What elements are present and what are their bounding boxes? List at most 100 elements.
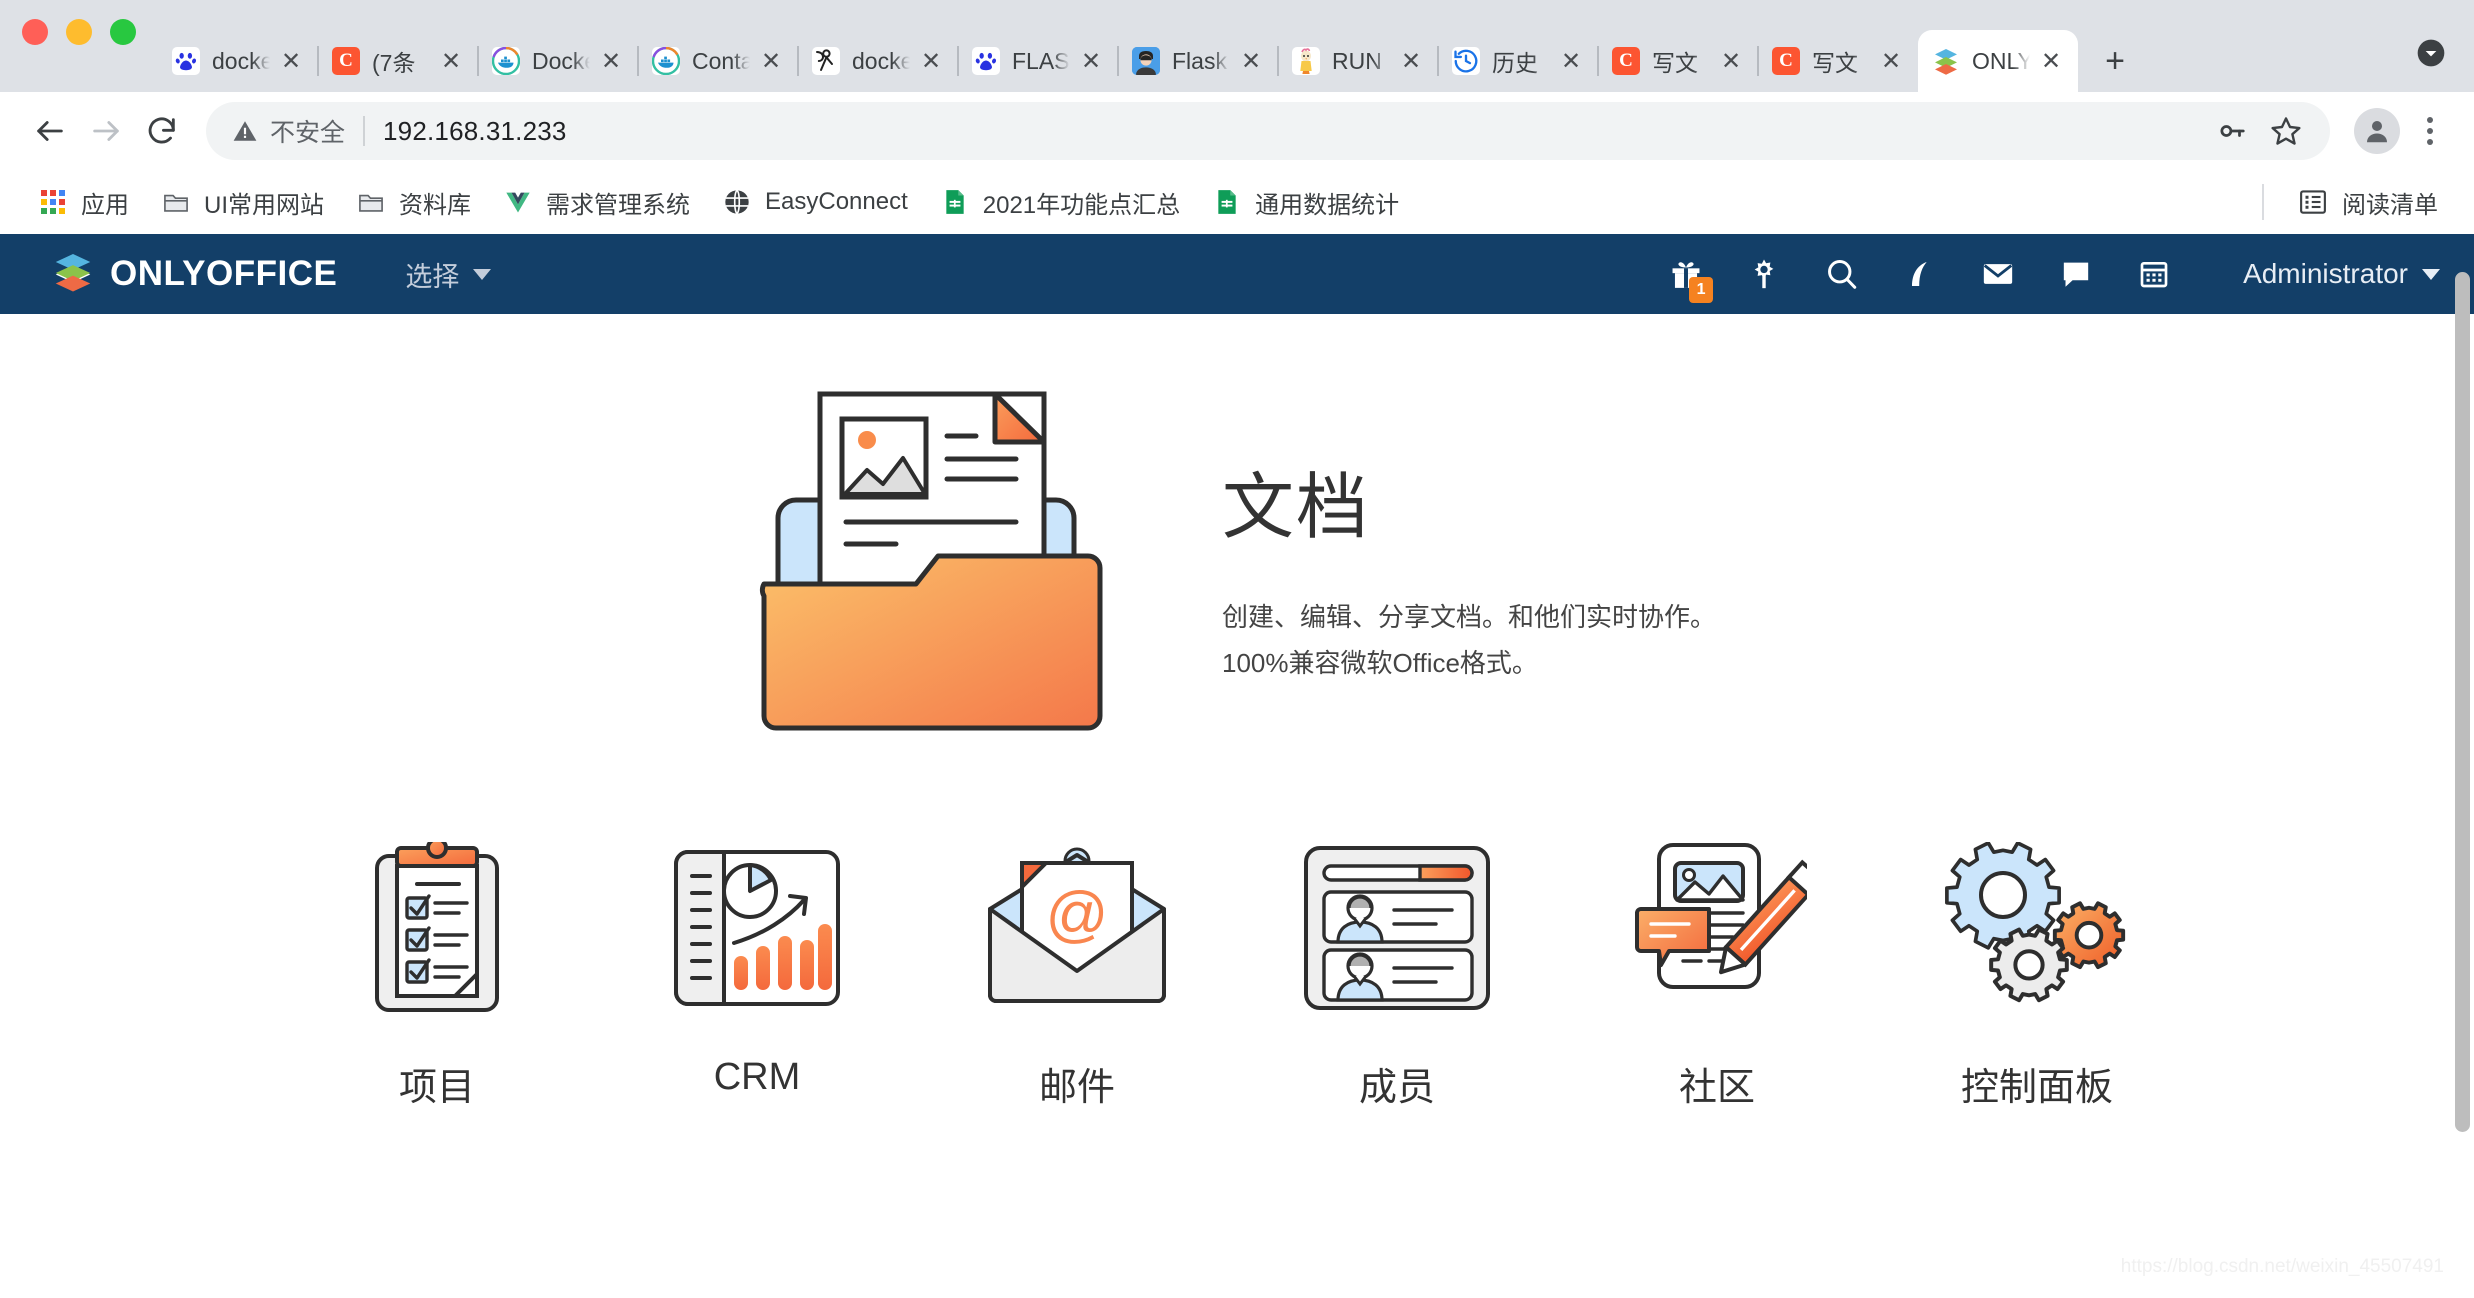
- browser-tab[interactable]: docker ✕: [797, 30, 958, 92]
- chevron-down-icon: [473, 268, 492, 280]
- gift-icon[interactable]: 1: [1663, 251, 1714, 303]
- apps-grid-icon: [38, 187, 68, 217]
- key-icon[interactable]: [2208, 107, 2256, 155]
- tab-title: Container: [692, 47, 750, 74]
- reading-list-button[interactable]: 阅读清单: [2262, 184, 2452, 220]
- bookmark-label: 通用数据统计: [1255, 191, 1400, 219]
- bookmark-general-stats[interactable]: 通用数据统计: [1196, 178, 1415, 226]
- module-mail[interactable]: @ 邮件: [977, 838, 1177, 1111]
- omnibox-divider: [363, 116, 366, 146]
- chat-icon[interactable]: [2053, 251, 2099, 297]
- module-people[interactable]: 成员: [1297, 838, 1497, 1111]
- module-crm[interactable]: CRM: [657, 838, 857, 1099]
- tab-strip: docker ✕ C (7条 ✕ Docker ✕: [0, 0, 2474, 92]
- browser-window: docker ✕ C (7条 ✕ Docker ✕: [0, 0, 2474, 1298]
- bookmark-requirements[interactable]: 需求管理系统: [487, 178, 706, 226]
- browser-tab[interactable]: docker ✕: [158, 30, 318, 92]
- tab-close-button[interactable]: ✕: [434, 44, 468, 78]
- tab-title: docker: [212, 47, 270, 74]
- browser-tab[interactable]: Docker ✕: [477, 30, 638, 92]
- tab-close-button[interactable]: ✕: [1554, 44, 1588, 78]
- tab-close-button[interactable]: ✕: [914, 44, 948, 78]
- module-projects[interactable]: 项目: [337, 838, 537, 1111]
- scrollbar-thumb[interactable]: [2455, 272, 2470, 1132]
- user-name: Administrator: [2243, 258, 2408, 289]
- window-minimize-button[interactable]: [66, 19, 92, 45]
- select-menu[interactable]: 选择: [405, 255, 492, 294]
- calendar-icon[interactable]: [2131, 251, 2177, 297]
- browser-tab[interactable]: FLASK ✕: [957, 30, 1118, 92]
- bookmark-2021-summary[interactable]: 2021年功能点汇总: [924, 178, 1196, 226]
- user-menu[interactable]: Administrator: [2243, 258, 2440, 290]
- tab-title: 历史: [1492, 50, 1538, 76]
- module-community[interactable]: 社区: [1617, 838, 1817, 1111]
- tab-close-button[interactable]: ✕: [1874, 44, 1908, 78]
- bookmark-label: EasyConnect: [765, 188, 908, 215]
- browser-tab[interactable]: Container ✕: [637, 30, 798, 92]
- gift-badge: 1: [1689, 277, 1714, 303]
- browser-tab-active[interactable]: ONLYOFFICE ✕: [1918, 30, 2078, 92]
- select-menu-label: 选择: [405, 261, 460, 292]
- mail-icon[interactable]: [1975, 251, 2021, 297]
- url-text[interactable]: 192.168.31.233: [383, 116, 567, 147]
- module-label: 控制面板: [1960, 1067, 2113, 1109]
- avatar-icon: [1132, 47, 1160, 75]
- chart-analytics-icon: [672, 838, 842, 1018]
- window-maximize-button[interactable]: [110, 19, 136, 45]
- tab-list: docker ✕ C (7条 ✕ Docker ✕: [158, 0, 2078, 92]
- new-tab-button[interactable]: +: [2092, 38, 2138, 84]
- people-cards-icon: [1302, 838, 1492, 1018]
- security-indicator[interactable]: 不安全: [232, 113, 345, 149]
- tab-close-button[interactable]: ✕: [2034, 44, 2068, 78]
- baidu-icon: [172, 47, 200, 75]
- tab-close-button[interactable]: ✕: [1394, 44, 1428, 78]
- gear-icon[interactable]: [1741, 251, 1787, 297]
- browser-tab[interactable]: Flask ✕: [1117, 30, 1278, 92]
- onlyoffice-icon: [1932, 47, 1960, 75]
- csdn-icon: C: [332, 47, 360, 75]
- tab-title: Flask: [1172, 47, 1227, 74]
- tab-close-button[interactable]: ✕: [1714, 44, 1748, 78]
- profile-avatar[interactable]: [2354, 108, 2400, 154]
- browser-tab[interactable]: RUN ✕: [1277, 30, 1438, 92]
- sketch-icon: [812, 47, 840, 75]
- back-button[interactable]: [22, 103, 78, 159]
- bookmark-apps[interactable]: 应用: [22, 178, 145, 226]
- window-close-button[interactable]: [22, 19, 48, 45]
- browser-tab[interactable]: C 写文 ✕: [1597, 30, 1758, 92]
- forward-button[interactable]: [78, 103, 134, 159]
- star-icon[interactable]: [2262, 107, 2310, 155]
- tab-close-button[interactable]: ✕: [594, 44, 628, 78]
- reload-button[interactable]: [134, 103, 190, 159]
- search-icon[interactable]: [1819, 251, 1865, 297]
- module-label: CRM: [713, 1056, 801, 1098]
- bookmark-library[interactable]: 资料库: [340, 178, 487, 226]
- browser-tab[interactable]: C 写文 ✕: [1757, 30, 1918, 92]
- address-bar[interactable]: 不安全 192.168.31.233: [206, 102, 2330, 160]
- module-label: 项目: [398, 1067, 475, 1109]
- bookmark-easyconnect[interactable]: EasyConnect: [706, 178, 924, 226]
- tab-title: 写文: [1812, 50, 1858, 76]
- sheets-icon: [940, 187, 970, 217]
- tab-search-icon[interactable]: [2414, 36, 2448, 70]
- browser-tab[interactable]: 历史 ✕: [1437, 30, 1598, 92]
- bookmarks-bar: 应用 UI常用网站 资料库 需求管理系统 EasyConnect 2021年功能…: [0, 170, 2474, 234]
- tab-close-button[interactable]: ✕: [754, 44, 788, 78]
- tab-close-button[interactable]: ✕: [1074, 44, 1108, 78]
- documents-folder-illustration: [732, 372, 1132, 762]
- browser-tab[interactable]: C (7条 ✕: [317, 30, 478, 92]
- tab-close-button[interactable]: ✕: [1234, 44, 1268, 78]
- module-control-panel[interactable]: 控制面板: [1937, 838, 2137, 1111]
- window-traffic-lights: [22, 0, 136, 92]
- tab-close-button[interactable]: ✕: [274, 44, 308, 78]
- reading-list-icon: [2298, 187, 2328, 217]
- kebab-menu-icon[interactable]: [2408, 107, 2452, 155]
- page-scrollbar[interactable]: [2450, 264, 2474, 1298]
- security-label: 不安全: [270, 119, 346, 147]
- browser-toolbar: 不安全 192.168.31.233: [0, 92, 2474, 170]
- module-label: 社区: [1678, 1067, 1755, 1109]
- bookmark-ui-sites[interactable]: UI常用网站: [145, 178, 340, 226]
- feed-icon[interactable]: [1897, 251, 1943, 297]
- hero-section: 文档 创建、编辑、分享文档。和他们实时协作。100%兼容微软Office格式。: [0, 314, 2474, 762]
- app-logo[interactable]: ONLYOFFICE: [52, 251, 337, 298]
